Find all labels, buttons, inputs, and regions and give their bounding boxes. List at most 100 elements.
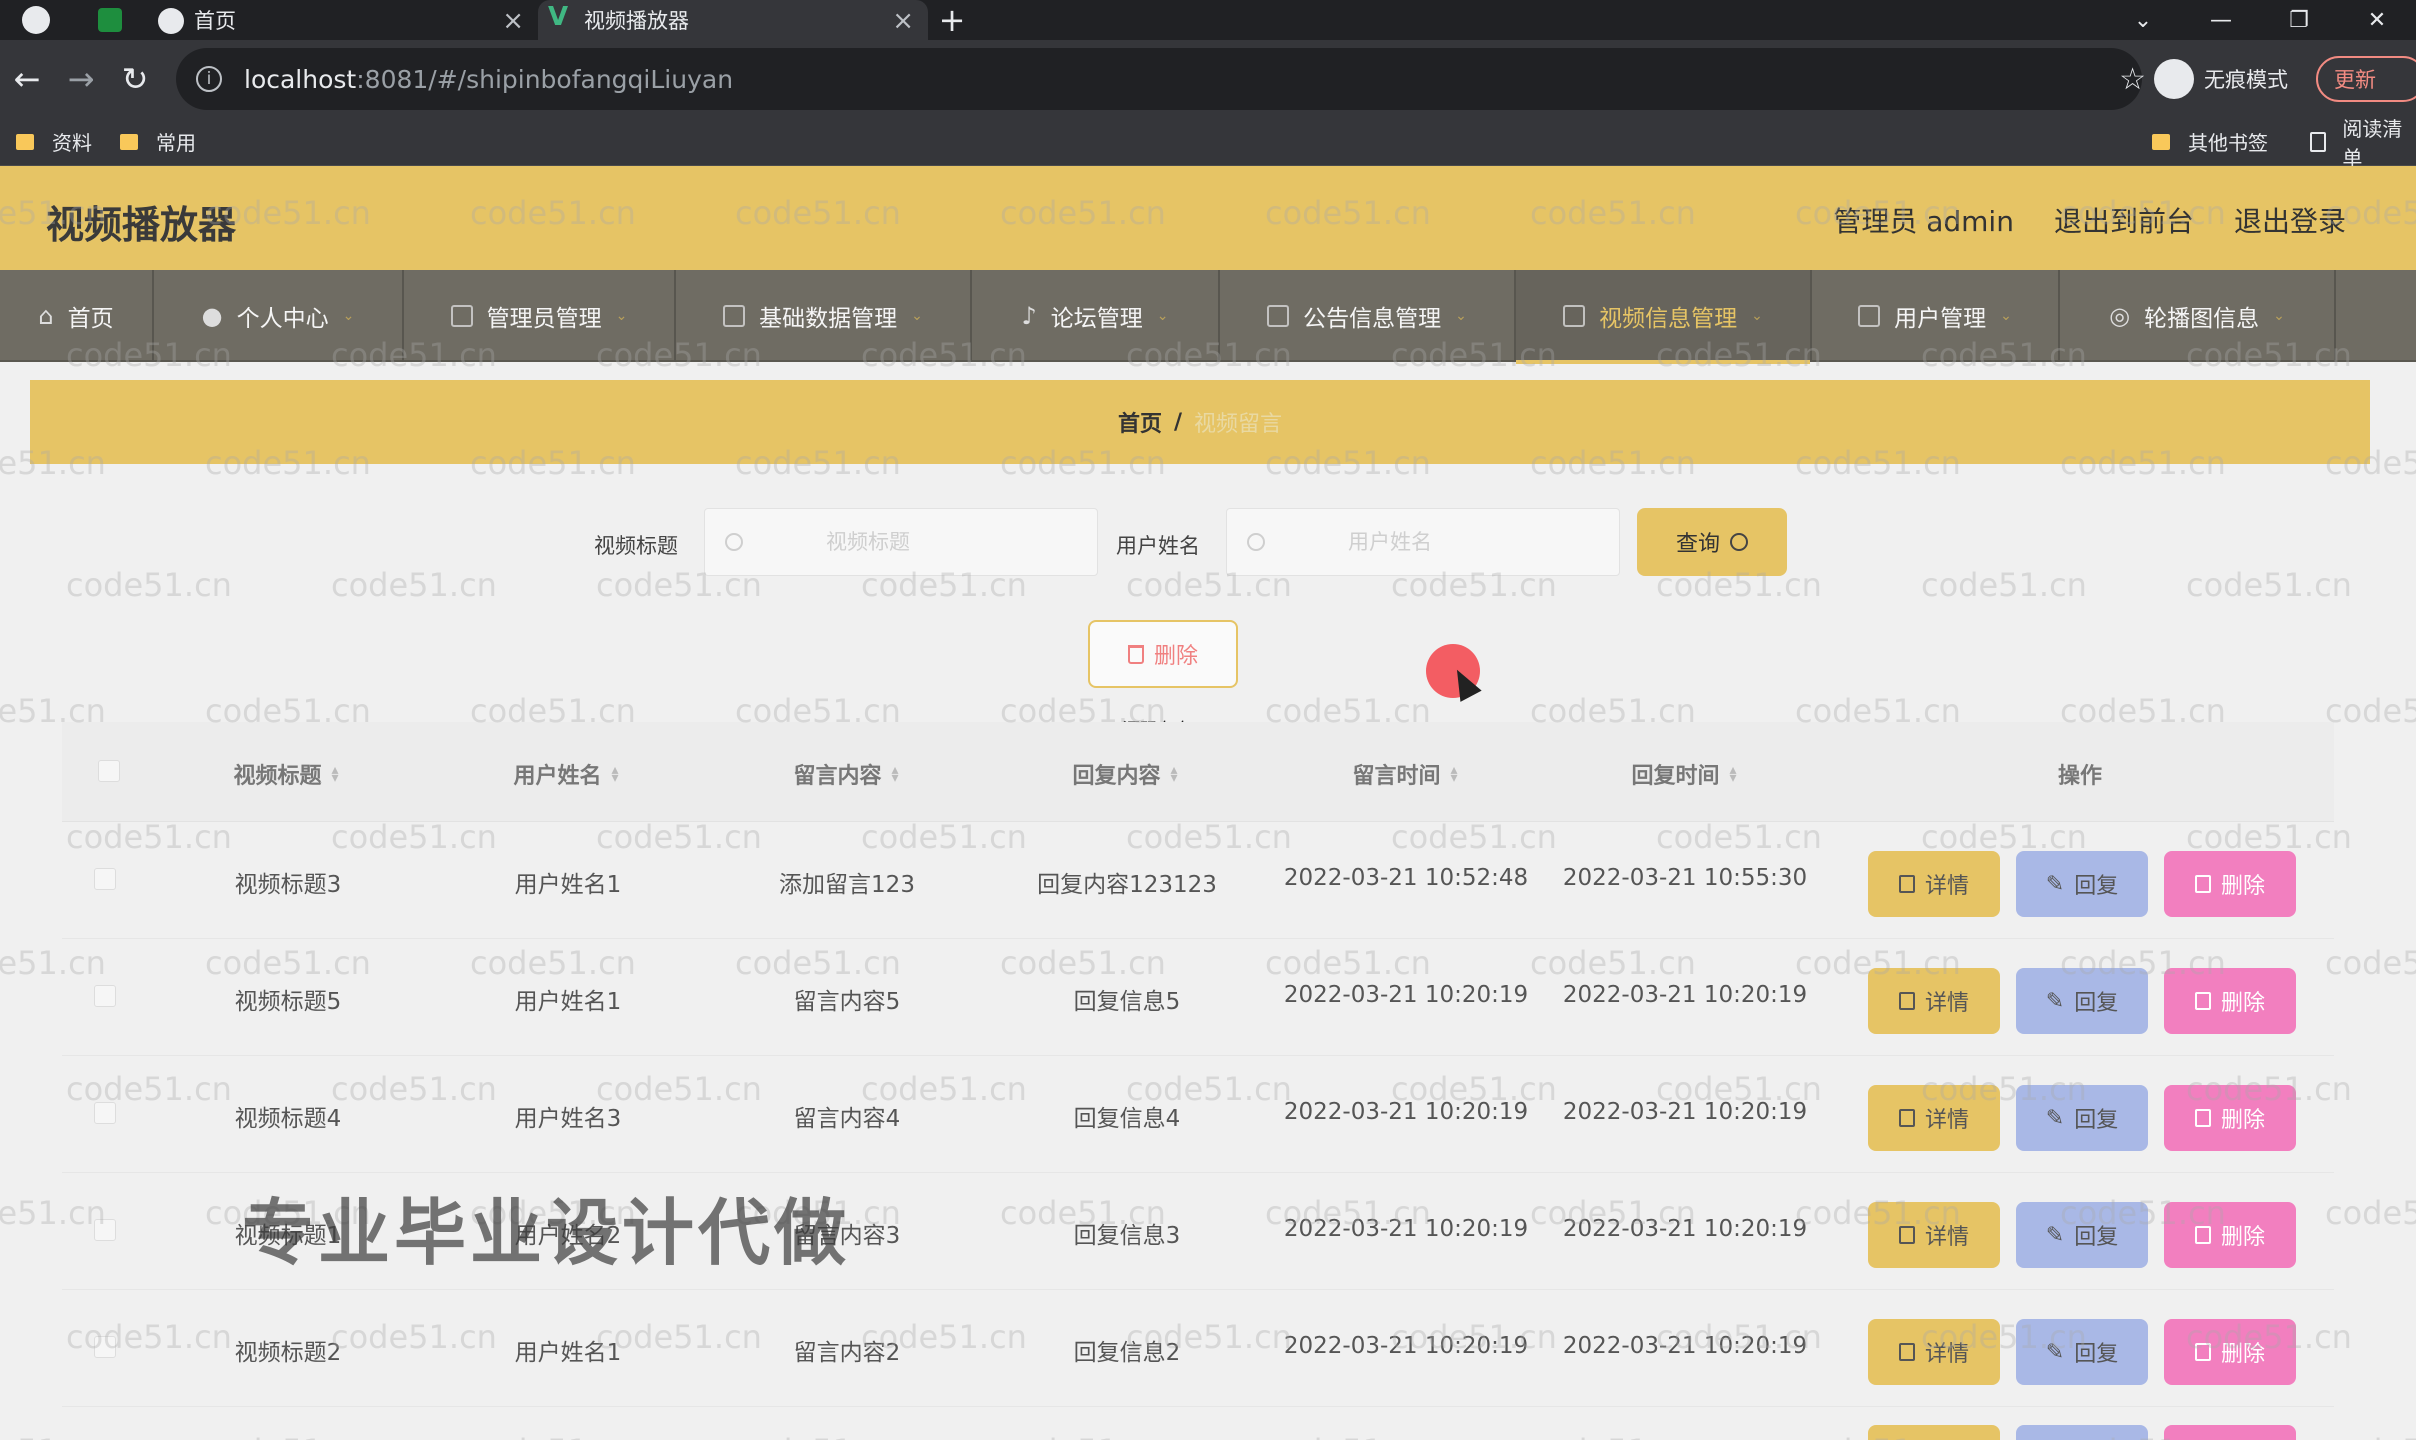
incognito-indicator[interactable]: 无痕模式	[2154, 56, 2288, 102]
reply-button[interactable]: ✎ 回复	[2016, 851, 2148, 917]
table-row: 视频标题2 用户姓名1 留言内容2 回复信息2 2022-03-21 10:20…	[62, 1290, 2334, 1407]
title-search-field[interactable]	[704, 508, 1098, 576]
reply-button[interactable]	[2016, 1425, 2148, 1440]
close-tab-icon[interactable]: ×	[892, 6, 914, 36]
row-checkbox[interactable]	[94, 868, 116, 890]
tab-video-player[interactable]: V 视频播放器 ×	[538, 0, 928, 40]
select-all-checkbox[interactable]	[98, 760, 120, 782]
mic-icon: ♪	[1021, 302, 1037, 330]
cell-reply-time: 2022-03-21 10:20:19	[1562, 1099, 1808, 1125]
nav-basic-data[interactable]: 基础数据管理 ⌄	[676, 270, 972, 362]
nav-carousel[interactable]: ◎ 轮播图信息 ⌄	[2060, 270, 2336, 362]
nav-user-management[interactable]: 用户管理 ⌄	[1812, 270, 2060, 362]
row-checkbox[interactable]	[94, 1102, 116, 1124]
update-label: 更新	[2334, 68, 2376, 92]
back-icon[interactable]: ←	[0, 60, 54, 98]
delete-button[interactable]	[2164, 1425, 2296, 1440]
reading-list[interactable]: 阅读清单	[2310, 113, 2404, 171]
query-button[interactable]: 查询	[1637, 508, 1787, 576]
title-search-input[interactable]	[763, 530, 973, 554]
reload-icon[interactable]: ↻	[108, 60, 162, 98]
row-checkbox[interactable]	[94, 985, 116, 1007]
table-row: 视频标题3 用户姓名1 添加留言123 回复内容123123 2022-03-2…	[62, 822, 2334, 939]
col-label: 回复时间	[1631, 764, 1720, 789]
detail-button[interactable]: 详情	[1868, 1319, 2000, 1385]
close-tab-icon[interactable]: ×	[502, 6, 524, 36]
delete-button[interactable]: 删除	[2164, 968, 2296, 1034]
cell-title: 视频标题5	[234, 989, 342, 1015]
detail-button[interactable]: 详情	[1868, 1202, 2000, 1268]
other-bookmarks[interactable]: 其他书签	[2152, 127, 2268, 156]
delete-button[interactable]: 删除	[2164, 851, 2296, 917]
cell-msg-time: 2022-03-21 10:20:19	[1283, 982, 1529, 1008]
nav-personal-center[interactable]: ● 个人中心 ⌄	[154, 270, 404, 362]
col-message[interactable]: 留言内容 ▴ ▾	[793, 758, 898, 790]
delete-button[interactable]: 删除	[2164, 1202, 2296, 1268]
col-msg-time[interactable]: 留言时间 ▴ ▾	[1352, 758, 1457, 790]
row-checkbox[interactable]	[94, 1219, 116, 1241]
restore-icon[interactable]: ❐	[2260, 8, 2338, 33]
col-title[interactable]: 视频标题 ▴ ▾	[233, 758, 338, 790]
cell-reply: 回复信息2	[1073, 1340, 1181, 1366]
reply-button[interactable]: ✎ 回复	[2016, 968, 2148, 1034]
app-title: 视频播放器	[46, 203, 237, 247]
search-icon	[1730, 533, 1748, 551]
back-to-front-link[interactable]: 退出到前台	[2054, 200, 2194, 240]
site-info-icon[interactable]: i	[196, 66, 222, 92]
reply-button[interactable]: ✎ 回复	[2016, 1202, 2148, 1268]
reply-button[interactable]: ✎ 回复	[2016, 1319, 2148, 1385]
trash-icon	[2194, 1226, 2211, 1244]
trash-icon	[1127, 644, 1144, 664]
pinned-tab[interactable]	[72, 0, 148, 40]
col-reply-time[interactable]: 回复时间 ▴ ▾	[1631, 758, 1736, 790]
url-field[interactable]: i localhost:8081/#/shipinbofangqiLiuyan …	[176, 48, 2146, 110]
batch-delete-button[interactable]: 删除	[1088, 620, 1238, 688]
cell-message: 留言内容2	[793, 1340, 901, 1366]
update-button[interactable]: 更新	[2316, 56, 2416, 102]
detail-button[interactable]	[1868, 1425, 2000, 1440]
reply-button[interactable]: ✎ 回复	[2016, 1085, 2148, 1151]
delete-button[interactable]: 删除	[2164, 1319, 2296, 1385]
nav-admin-management[interactable]: 管理员管理 ⌄	[404, 270, 676, 362]
user-search-input[interactable]	[1285, 530, 1495, 554]
detail-button[interactable]: 详情	[1868, 1085, 2000, 1151]
col-label: 视频标题	[233, 764, 322, 789]
tab-search-icon[interactable]: ⌄	[2104, 8, 2182, 33]
detail-button[interactable]: 详情	[1868, 851, 2000, 917]
nav-label: 公告信息管理	[1303, 306, 1442, 332]
col-user[interactable]: 用户姓名 ▴ ▾	[513, 758, 618, 790]
bookmark-folder[interactable]: 资料	[16, 127, 92, 156]
user-search-field[interactable]	[1226, 508, 1620, 576]
logout-link[interactable]: 退出登录	[2234, 200, 2346, 240]
minimize-icon[interactable]: —	[2182, 8, 2260, 33]
new-tab-button[interactable]: +	[928, 0, 976, 40]
detail-button[interactable]: 详情	[1868, 968, 2000, 1034]
nav-announcements[interactable]: 公告信息管理 ⌄	[1220, 270, 1516, 362]
tab-home[interactable]: 首页 ×	[148, 0, 538, 40]
breadcrumb-home[interactable]: 首页	[1118, 406, 1162, 438]
nav-video-info[interactable]: 视频信息管理 ⌄	[1516, 270, 1812, 364]
user-area: 管理员 admin 退出到前台 退出登录	[1833, 200, 2346, 240]
cell-user: 用户姓名1	[514, 1340, 622, 1366]
delete-button[interactable]: 删除	[2164, 1085, 2296, 1151]
browser-menu-button[interactable]	[0, 0, 72, 40]
row-checkbox[interactable]	[94, 1336, 116, 1358]
nav-home[interactable]: ⌂ 首页	[0, 270, 154, 362]
bookmark-folder[interactable]: 常用	[120, 127, 196, 156]
col-reply[interactable]: 回复内容 ▴ ▾	[1072, 758, 1177, 790]
close-window-icon[interactable]: ✕	[2338, 8, 2416, 33]
forward-icon[interactable]: →	[54, 60, 108, 98]
document-icon	[1898, 875, 1915, 893]
cell-reply: 回复信息4	[1073, 1106, 1181, 1132]
bookmark-star-icon[interactable]: ☆	[2119, 62, 2146, 97]
delete-label: 删除	[1153, 644, 1198, 669]
url-host: localhost	[244, 64, 357, 94]
user-search-label: 用户姓名	[1116, 534, 1200, 558]
table-row: 视频标题4 用户姓名3 留言内容4 回复信息4 2022-03-21 10:20…	[62, 1056, 2334, 1173]
nav-label: 轮播图信息	[2144, 306, 2260, 332]
edit-icon: ✎	[2045, 1105, 2065, 1131]
nav-forum[interactable]: ♪ 论坛管理 ⌄	[972, 270, 1220, 362]
app-page: 视频播放器 管理员 admin 退出到前台 退出登录 ⌂ 首页 ● 个人中心 ⌄ 管理…	[0, 166, 2416, 1440]
chevron-down-icon: ⌄	[615, 308, 628, 324]
delete-label: 删除	[2220, 874, 2265, 899]
